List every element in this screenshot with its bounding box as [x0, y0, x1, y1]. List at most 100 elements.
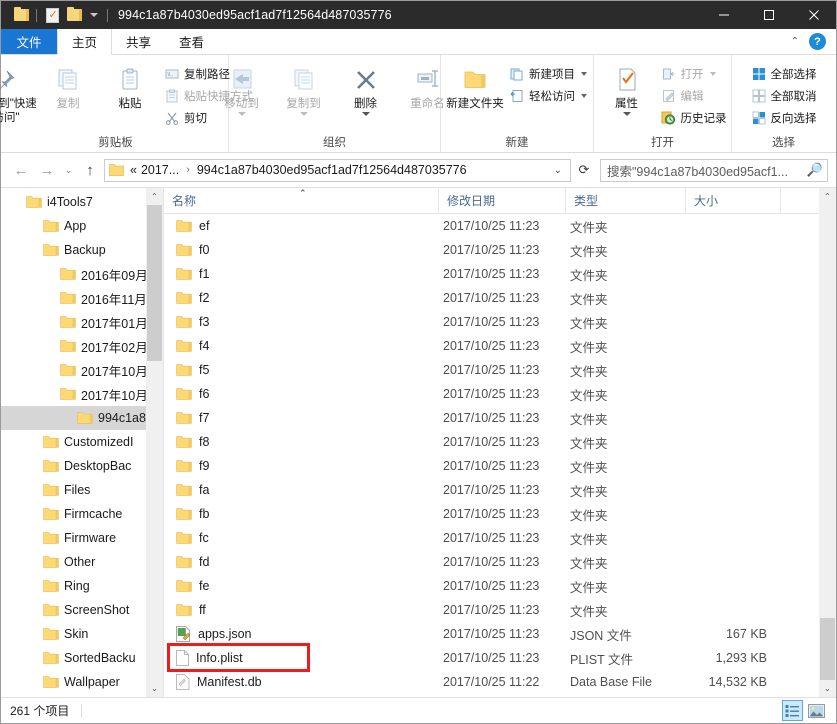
chevron-down-icon[interactable]: [623, 112, 631, 116]
table-row[interactable]: f42017/10/25 11:23文件夹: [164, 334, 836, 358]
chevron-down-icon[interactable]: [238, 112, 246, 116]
chevron-down-icon[interactable]: [581, 94, 587, 98]
file-list-scrollbar[interactable]: ⌃ ⌄: [819, 188, 836, 697]
tree-item[interactable]: Skin: [1, 622, 163, 646]
tab-view[interactable]: 查看: [165, 29, 218, 54]
move-to-button[interactable]: 移动到: [211, 59, 273, 116]
table-row[interactable]: f22017/10/25 11:23文件夹: [164, 286, 836, 310]
tree-item[interactable]: Other: [1, 550, 163, 574]
open-button[interactable]: 打开: [658, 63, 730, 84]
easy-access-button[interactable]: 轻松访问: [506, 85, 590, 106]
chevron-up-icon[interactable]: ⌃: [791, 36, 799, 47]
chevron-up-icon[interactable]: ⌃: [146, 188, 163, 205]
search-icon[interactable]: 🔎: [807, 162, 823, 178]
chevron-up-icon[interactable]: ⌃: [819, 188, 836, 205]
tab-share[interactable]: 共享: [112, 29, 165, 54]
chevron-down-icon[interactable]: [300, 112, 308, 116]
table-row[interactable]: fc2017/10/25 11:23文件夹: [164, 526, 836, 550]
help-icon[interactable]: ?: [809, 33, 826, 50]
breadcrumb-separator-icon[interactable]: ›: [181, 164, 195, 176]
tree-item[interactable]: Backup: [1, 238, 163, 262]
recent-locations-icon[interactable]: ⌄: [61, 158, 76, 182]
properties-icon[interactable]: ✓: [41, 4, 63, 26]
table-row[interactable]: fe2017/10/25 11:23文件夹: [164, 574, 836, 598]
invert-selection-button[interactable]: 反向选择: [748, 107, 820, 128]
tree-item[interactable]: 2017年10月: [1, 358, 163, 382]
tree-item[interactable]: Wallpaper: [1, 670, 163, 694]
tab-home[interactable]: 主页: [57, 29, 112, 55]
tree-item[interactable]: ScreenShot: [1, 598, 163, 622]
select-none-button[interactable]: 全部取消: [748, 85, 820, 106]
table-row[interactable]: ef2017/10/25 11:23文件夹: [164, 214, 836, 238]
breadcrumb-overflow[interactable]: «: [128, 163, 139, 177]
tree-item[interactable]: 2017年02月: [1, 334, 163, 358]
history-button[interactable]: 历史记录: [658, 107, 730, 128]
table-row[interactable]: fa2017/10/25 11:23文件夹: [164, 478, 836, 502]
tree-item[interactable]: Firmcache: [1, 502, 163, 526]
tree-item[interactable]: DesktopBac: [1, 454, 163, 478]
tree-item[interactable]: Files: [1, 478, 163, 502]
refresh-icon[interactable]: ⟳: [573, 159, 595, 182]
chevron-down-icon[interactable]: [362, 112, 370, 116]
maximize-icon[interactable]: [746, 1, 791, 29]
chevron-down-icon[interactable]: [710, 72, 716, 76]
tree-item[interactable]: 2017年10月: [1, 382, 163, 406]
edit-button[interactable]: 编辑: [658, 85, 730, 106]
pin-to-quick-access-button[interactable]: 固定到"快速访问": [0, 59, 37, 125]
tree-item[interactable]: 2017年01月: [1, 310, 163, 334]
sidebar-scroll-track[interactable]: [146, 205, 163, 680]
chevron-down-icon[interactable]: ⌄: [819, 680, 836, 697]
thumbnail-view-icon[interactable]: [806, 700, 827, 721]
close-icon[interactable]: [791, 1, 836, 29]
tree-item[interactable]: Ring: [1, 574, 163, 598]
copy-button[interactable]: 复制: [37, 59, 99, 111]
column-header-name[interactable]: 名称 ⌃: [164, 188, 439, 214]
address-path-box[interactable]: « 2017... › 994c1a87b4030ed95acf1ad7f125…: [104, 159, 571, 182]
column-header-size[interactable]: 大小: [686, 188, 781, 214]
sidebar-scrollbar[interactable]: ⌃ ⌄: [146, 188, 163, 697]
tree-item[interactable]: 994c1a87: [1, 406, 163, 430]
tree-item[interactable]: i4Tools7: [1, 190, 163, 214]
up-arrow-icon[interactable]: ↑: [78, 158, 102, 182]
table-row[interactable]: f02017/10/25 11:23文件夹: [164, 238, 836, 262]
breadcrumb-parent[interactable]: 2017...: [139, 163, 181, 177]
chevron-down-icon[interactable]: [90, 13, 98, 17]
file-scroll-track[interactable]: [819, 205, 836, 680]
new-folder-icon[interactable]: [63, 4, 85, 26]
tree-item[interactable]: CustomizedI: [1, 430, 163, 454]
select-all-button[interactable]: 全部选择: [748, 63, 820, 84]
properties-button[interactable]: 属性: [596, 59, 658, 116]
table-row[interactable]: Manifest.db2017/10/25 11:22Data Base Fil…: [164, 670, 836, 694]
file-scroll-thumb[interactable]: [820, 618, 835, 680]
table-row[interactable]: Info.plist2017/10/25 11:23PLIST 文件1,293 …: [164, 646, 836, 670]
table-row[interactable]: f62017/10/25 11:23文件夹: [164, 382, 836, 406]
minimize-icon[interactable]: [701, 1, 746, 29]
table-row[interactable]: f92017/10/25 11:23文件夹: [164, 454, 836, 478]
table-row[interactable]: fd2017/10/25 11:23文件夹: [164, 550, 836, 574]
delete-button[interactable]: 删除: [335, 59, 397, 116]
new-folder-button[interactable]: 新建文件夹: [444, 59, 506, 111]
tree-item[interactable]: Firmware: [1, 526, 163, 550]
table-row[interactable]: f52017/10/25 11:23文件夹: [164, 358, 836, 382]
table-row[interactable]: apps.json2017/10/25 11:23JSON 文件167 KB: [164, 622, 836, 646]
forward-arrow-icon[interactable]: →: [35, 158, 59, 182]
search-input[interactable]: 搜索"994c1a87b4030ed95acf1... 🔎: [600, 159, 828, 182]
table-row[interactable]: f12017/10/25 11:23文件夹: [164, 262, 836, 286]
chevron-down-icon[interactable]: [581, 72, 587, 76]
copy-to-button[interactable]: 复制到: [273, 59, 335, 116]
table-row[interactable]: ff2017/10/25 11:23文件夹: [164, 598, 836, 622]
tab-file[interactable]: 文件: [1, 29, 57, 54]
table-row[interactable]: Manifest.plist2017/10/25 11:22PLIST 文件56…: [164, 694, 836, 697]
sidebar-scroll-thumb[interactable]: [147, 205, 162, 361]
tree-item[interactable]: 2016年09月: [1, 262, 163, 286]
paste-button[interactable]: 粘贴: [99, 59, 161, 111]
column-header-type[interactable]: 类型: [566, 188, 686, 214]
tree-item[interactable]: 2016年11月: [1, 286, 163, 310]
table-row[interactable]: fb2017/10/25 11:23文件夹: [164, 502, 836, 526]
table-row[interactable]: f72017/10/25 11:23文件夹: [164, 406, 836, 430]
tree-item[interactable]: SortedBacku: [1, 646, 163, 670]
chevron-down-icon[interactable]: ⌄: [146, 680, 163, 697]
folder-icon[interactable]: [10, 4, 32, 26]
table-row[interactable]: f82017/10/25 11:23文件夹: [164, 430, 836, 454]
details-view-icon[interactable]: [782, 700, 803, 721]
